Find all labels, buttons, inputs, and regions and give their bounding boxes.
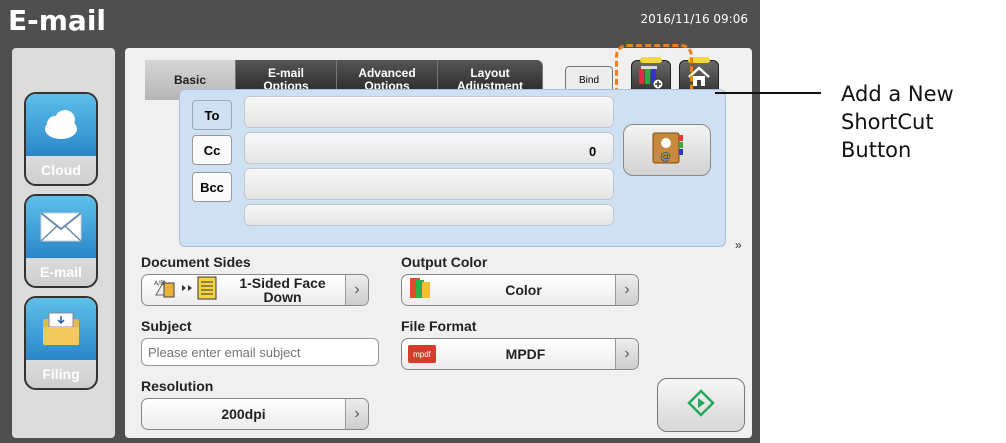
sidebar-item-email[interactable]: E-mail [24,194,98,288]
button-cap [688,57,710,63]
more-options-indicator[interactable]: » [735,238,742,252]
start-button[interactable] [657,378,745,432]
cloud-icon [26,94,96,156]
chevron-right-icon: › [345,275,368,305]
tab-to[interactable]: To [192,100,232,130]
sidebar-item-label: Cloud [41,162,81,178]
resolution-value: 200dpi [221,406,266,422]
start-icon [687,388,715,422]
sidebar-item-cloud[interactable]: Cloud [24,92,98,186]
callout-text: Add a New ShortCut Button [841,82,954,162]
file-format-select[interactable]: mpdf MPDF › [401,338,639,370]
address-book-icon: @ [647,131,687,170]
document-sides-select[interactable]: A/B 1-Sided Face Down › [141,274,369,306]
file-format-value: MPDF [505,346,546,362]
chevron-right-icon: › [615,275,638,305]
pdf-file-icon: mpdf [408,345,436,363]
device-screen: E-mail 2016/11/16 09:06 Cloud E-mail Fil… [0,0,760,443]
output-color-label: Output Color [401,254,488,270]
subject-input[interactable] [141,338,379,366]
resolution-select[interactable]: 200dpi › [141,398,369,430]
file-format-label: File Format [401,318,477,334]
svg-text:A/B: A/B [154,280,164,287]
sidebar-item-label: Filing [42,366,80,382]
recipient-field-cc[interactable] [244,132,614,164]
recipient-field-to[interactable] [244,96,614,128]
button-cap [640,57,662,63]
resolution-label: Resolution [141,378,214,394]
sidebar: Cloud E-mail Filing [12,48,115,438]
datetime: 2016/11/16 09:06 [640,12,748,26]
output-color-value: Color [505,282,542,298]
recipient-field-extra[interactable] [244,204,614,226]
tab-cc[interactable]: Cc [192,135,232,165]
subject-label: Subject [141,318,192,334]
recipient-field-bcc[interactable] [244,168,614,200]
sidebar-item-label: E-mail [39,264,82,280]
chevron-right-icon: › [615,339,638,369]
tab-bcc[interactable]: Bcc [192,172,232,202]
page-title: E-mail [8,4,107,37]
svg-text:@: @ [660,150,671,163]
folder-icon [26,298,96,360]
document-sides-value: 1-Sided Face Down [239,275,326,305]
document-sides-label: Document Sides [141,254,251,270]
address-book-button[interactable]: @ [623,124,711,176]
output-color-select[interactable]: Color › [401,274,639,306]
document-sides-icon: A/B [150,275,220,306]
main-panel: Basic E-mail Options Advanced Options La… [125,44,752,438]
recipient-count: 0 [589,144,597,159]
chevron-right-icon: › [345,399,368,429]
callout-line [715,92,821,94]
envelope-icon [26,196,96,258]
sidebar-item-filing[interactable]: Filing [24,296,98,390]
color-palette-icon [408,276,432,305]
